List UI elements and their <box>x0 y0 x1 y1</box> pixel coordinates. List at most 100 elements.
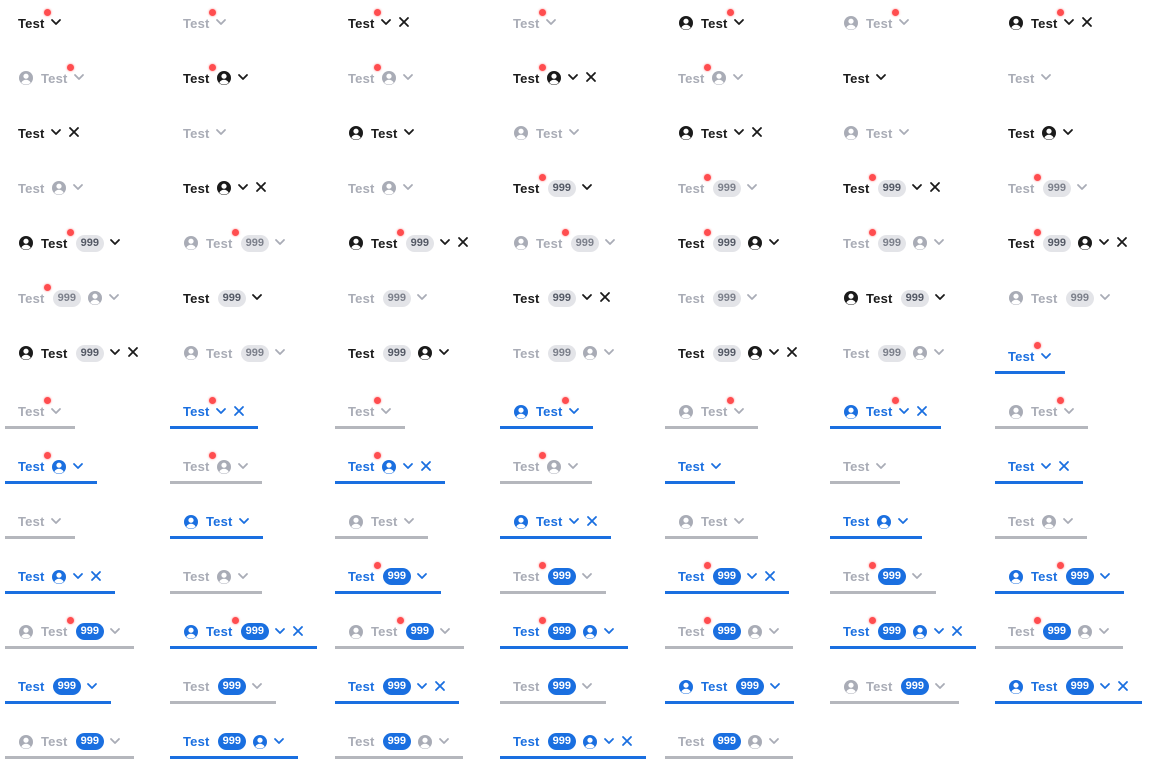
tab-item[interactable]: Test 999 <box>843 343 946 363</box>
tab-item[interactable]: Test 999 <box>830 672 959 704</box>
close-icon[interactable] <box>433 679 447 695</box>
chevron-down-icon[interactable] <box>745 569 759 585</box>
chevron-down-icon[interactable] <box>1075 180 1089 196</box>
tab-item[interactable]: Test <box>348 178 415 198</box>
tab-item[interactable]: Test 999 <box>513 288 612 308</box>
chevron-down-icon[interactable] <box>1039 349 1053 365</box>
chevron-down-icon[interactable] <box>732 15 746 31</box>
chevron-down-icon[interactable] <box>273 345 287 361</box>
tab-item[interactable]: Test 999 <box>830 617 976 649</box>
tab-item[interactable]: Test 999 <box>500 562 606 594</box>
chevron-down-icon[interactable] <box>580 180 594 196</box>
chevron-down-icon[interactable] <box>580 569 594 585</box>
tab-item[interactable]: Test 999 <box>995 672 1142 704</box>
chevron-down-icon[interactable] <box>379 15 393 31</box>
tab-item[interactable]: Test 999 <box>183 288 264 308</box>
chevron-down-icon[interactable] <box>273 624 287 640</box>
close-icon[interactable] <box>598 290 612 306</box>
tab-item[interactable]: Test 999 <box>830 562 936 594</box>
tab-item[interactable]: Test <box>183 123 228 143</box>
chevron-down-icon[interactable] <box>237 514 251 530</box>
tab-item[interactable]: Test <box>678 63 745 88</box>
chevron-down-icon[interactable] <box>437 345 451 361</box>
chevron-down-icon[interactable] <box>71 569 85 585</box>
chevron-down-icon[interactable] <box>438 624 452 640</box>
tab-item[interactable]: Test 999 <box>665 727 793 759</box>
tab-item[interactable]: Test 999 <box>513 228 617 253</box>
tab-item[interactable]: Test <box>170 507 263 539</box>
chevron-down-icon[interactable] <box>415 290 429 306</box>
tab-item[interactable]: Test 999 <box>335 672 459 704</box>
chevron-down-icon[interactable] <box>437 734 451 750</box>
chevron-down-icon[interactable] <box>49 404 63 420</box>
tab-item[interactable]: Test 999 <box>183 228 287 253</box>
tab-item[interactable]: Test <box>665 507 758 539</box>
tab-item[interactable]: Test <box>348 123 416 143</box>
chevron-down-icon[interactable] <box>250 290 264 306</box>
chevron-down-icon[interactable] <box>767 235 781 251</box>
tab-item[interactable]: Test 999 <box>335 727 463 759</box>
tab-item[interactable]: Test <box>1008 8 1094 33</box>
chevron-down-icon[interactable] <box>897 15 911 31</box>
tab-item[interactable]: Test 999 <box>18 228 122 253</box>
close-icon[interactable] <box>456 235 470 251</box>
tab-item[interactable]: Test <box>18 178 85 198</box>
chevron-down-icon[interactable] <box>745 180 759 196</box>
tab-item[interactable]: Test 999 <box>500 727 646 759</box>
tab-item[interactable]: Test <box>348 63 415 88</box>
close-icon[interactable] <box>89 569 103 585</box>
tab-item[interactable]: Test 999 <box>665 562 789 594</box>
chevron-down-icon[interactable] <box>1098 290 1112 306</box>
close-icon[interactable] <box>620 734 634 750</box>
tab-item[interactable]: Test <box>830 397 941 429</box>
chevron-down-icon[interactable] <box>402 514 416 530</box>
tab-item[interactable]: Test <box>170 562 262 594</box>
chevron-down-icon[interactable] <box>1039 459 1053 475</box>
tab-item[interactable]: Test <box>665 452 735 484</box>
tab-item[interactable]: Test <box>995 342 1065 374</box>
chevron-down-icon[interactable] <box>1097 624 1111 640</box>
close-icon[interactable] <box>126 345 140 361</box>
chevron-down-icon[interactable] <box>932 345 946 361</box>
chevron-down-icon[interactable] <box>1062 15 1076 31</box>
tab-item[interactable]: Test <box>183 63 250 88</box>
close-icon[interactable] <box>785 345 799 361</box>
close-icon[interactable] <box>232 404 246 420</box>
chevron-down-icon[interactable] <box>214 125 228 141</box>
chevron-down-icon[interactable] <box>580 679 594 695</box>
chevron-down-icon[interactable] <box>732 404 746 420</box>
tab-item[interactable]: Test 999 <box>1008 228 1129 253</box>
chevron-down-icon[interactable] <box>602 345 616 361</box>
chevron-down-icon[interactable] <box>567 125 581 141</box>
chevron-down-icon[interactable] <box>731 70 745 86</box>
tab-item[interactable]: Test 999 <box>18 283 121 308</box>
chevron-down-icon[interactable] <box>236 569 250 585</box>
tab-item[interactable]: Test <box>995 452 1083 484</box>
close-icon[interactable] <box>1080 15 1094 31</box>
tab-item[interactable]: Test 999 <box>170 672 276 704</box>
tab-item[interactable]: Test 999 <box>348 288 429 308</box>
chevron-down-icon[interactable] <box>932 624 946 640</box>
tab-item[interactable]: Test 999 <box>678 173 759 198</box>
tab-item[interactable]: Test <box>513 8 558 33</box>
close-icon[interactable] <box>67 125 81 141</box>
close-icon[interactable] <box>584 70 598 86</box>
chevron-down-icon[interactable] <box>767 345 781 361</box>
tab-item[interactable]: Test 999 <box>18 343 140 363</box>
chevron-down-icon[interactable] <box>874 459 888 475</box>
tab-item[interactable]: Test 999 <box>500 617 628 649</box>
tab-item[interactable]: Test <box>183 178 268 198</box>
tab-item[interactable]: Test 999 <box>995 617 1123 649</box>
close-icon[interactable] <box>950 624 964 640</box>
chevron-down-icon[interactable] <box>379 404 393 420</box>
tab-item[interactable]: Test 999 <box>5 617 134 649</box>
chevron-down-icon[interactable] <box>108 734 122 750</box>
tab-item[interactable]: Test 999 <box>513 173 594 198</box>
close-icon[interactable] <box>419 459 433 475</box>
chevron-down-icon[interactable] <box>602 734 616 750</box>
tab-item[interactable]: Test <box>18 123 81 143</box>
tab-item[interactable]: Test 999 <box>5 672 111 704</box>
tab-item[interactable]: Test <box>170 397 258 429</box>
tab-item[interactable]: Test <box>995 507 1087 539</box>
chevron-down-icon[interactable] <box>932 235 946 251</box>
